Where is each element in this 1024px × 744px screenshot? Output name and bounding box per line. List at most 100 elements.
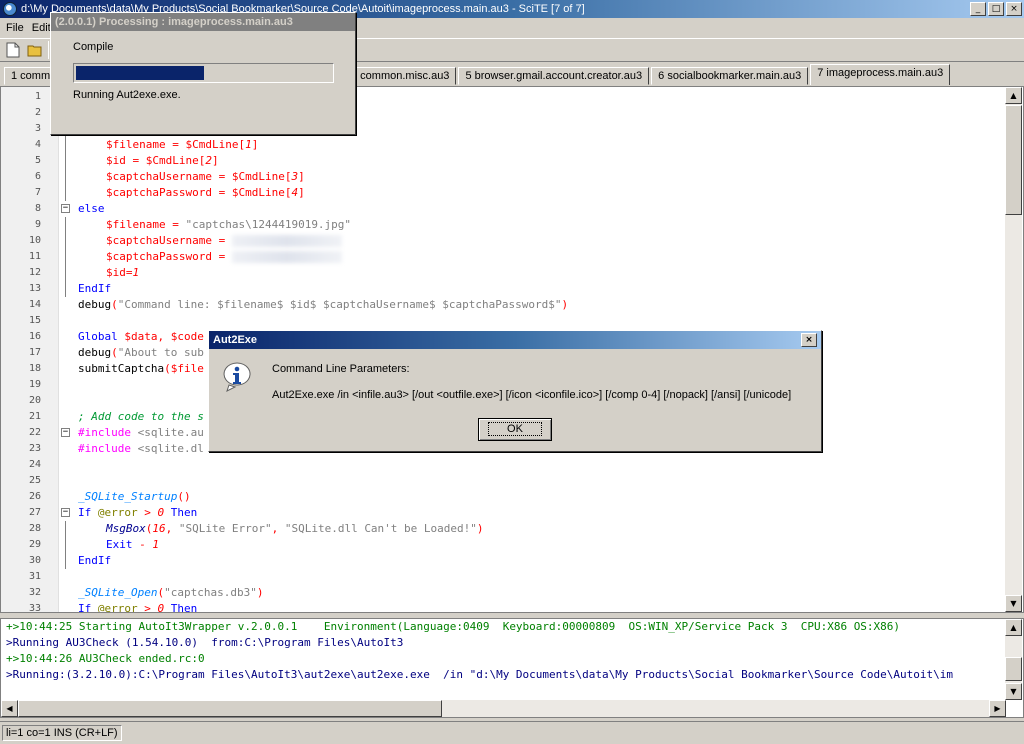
dialog-title-bar[interactable]: Aut2Exe × xyxy=(209,331,821,349)
dialog-usage-text: Aut2Exe.exe /in <infile.au3> [/out <outf… xyxy=(272,389,792,401)
output-line: +>10:44:25 Starting AutoIt3Wrapper v.2.0… xyxy=(6,620,901,633)
tab-browser-gmail[interactable]: 5 browser.gmail.account.creator.au3 xyxy=(458,67,650,85)
scroll-down-icon[interactable]: ▼ xyxy=(1005,595,1022,612)
output-horizontal-scrollbar[interactable]: ◀ ▶ xyxy=(1,700,1006,717)
compile-progress-window[interactable]: (2.0.0.1) Processing : imageprocess.main… xyxy=(50,12,356,135)
code-line[interactable]: 29 Exit - 1 xyxy=(1,537,1006,553)
fold-guide-line xyxy=(65,281,66,297)
line-number: 33 xyxy=(28,603,41,613)
scroll-right-icon[interactable]: ▶ xyxy=(989,700,1006,717)
line-number: 28 xyxy=(28,523,41,534)
code-text: $id=1 xyxy=(106,266,140,279)
code-text: $filename = "captchas\1244419019.jpg" xyxy=(106,218,352,231)
line-number: 12 xyxy=(28,267,41,278)
scroll-left-icon[interactable]: ◀ xyxy=(1,700,18,717)
line-number: 9 xyxy=(34,219,41,230)
tab-socialbookmarker[interactable]: 6 socialbookmarker.main.au3 xyxy=(651,67,809,85)
code-line[interactable]: 7 $captchaPassword = $CmdLine[4] xyxy=(1,185,1006,201)
code-line[interactable]: 31 xyxy=(1,569,1006,585)
toolbar-separator xyxy=(48,41,49,59)
line-number: 6 xyxy=(34,171,41,182)
code-line[interactable]: 4 $filename = $CmdLine[1] xyxy=(1,137,1006,153)
line-number: 3 xyxy=(34,123,41,134)
fold-guide-line xyxy=(65,153,66,169)
code-line[interactable]: 13 EndIf xyxy=(1,281,1006,297)
line-number: 2 xyxy=(34,107,41,118)
output-line: >Running AU3Check (1.54.10.0) from:C:\Pr… xyxy=(6,636,404,649)
fold-toggle-icon[interactable]: − xyxy=(61,508,70,517)
code-line[interactable]: 27 − If @error > 0 Then xyxy=(1,505,1006,521)
code-text: $captchaUsername = xyxy=(106,233,342,249)
code-text: If @error > 0 Then xyxy=(78,506,198,519)
code-line[interactable]: 26 _SQLite_Startup() xyxy=(1,489,1006,505)
code-line[interactable]: 25 xyxy=(1,473,1006,489)
code-line[interactable]: 32 _SQLite_Open("captchas.db3") xyxy=(1,585,1006,601)
scroll-thumb[interactable] xyxy=(1005,105,1022,215)
maximize-button[interactable]: □ xyxy=(988,2,1004,16)
code-text: _SQLite_Open("captchas.db3") xyxy=(78,586,264,599)
ok-button[interactable]: OK xyxy=(478,418,552,441)
fold-toggle-icon[interactable]: − xyxy=(61,204,70,213)
code-line[interactable]: 8 − else xyxy=(1,201,1006,217)
horizontal-scroll-thumb[interactable] xyxy=(18,700,442,717)
code-text: ; Add code to the s xyxy=(78,410,204,423)
line-number: 31 xyxy=(28,571,41,582)
code-line[interactable]: 28 MsgBox(16, "SQLite Error", "SQLite.dll… xyxy=(1,521,1006,537)
dialog-close-icon[interactable]: × xyxy=(801,333,817,347)
line-number: 17 xyxy=(28,347,41,358)
code-line[interactable]: 12 $id=1 xyxy=(1,265,1006,281)
output-scroll-thumb[interactable] xyxy=(1005,657,1022,681)
editor-vertical-scrollbar[interactable]: ▲ ▼ xyxy=(1005,87,1022,612)
line-number: 14 xyxy=(28,299,41,310)
line-number: 32 xyxy=(28,587,41,598)
dialog-heading: Command Line Parameters: xyxy=(272,363,410,375)
line-number: 19 xyxy=(28,379,41,390)
output-scroll-up-icon[interactable]: ▲ xyxy=(1005,619,1022,636)
code-text: $captchaUsername = $CmdLine[3] xyxy=(106,170,305,183)
tab-common[interactable]: 1 common xyxy=(4,67,62,85)
code-text: MsgBox(16, "SQLite Error", "SQLite.dll C… xyxy=(106,522,484,535)
menu-file[interactable]: File xyxy=(2,22,28,34)
code-text: debug("About to sub xyxy=(78,346,204,359)
line-number: 27 xyxy=(28,507,41,518)
scite-app-icon[interactable] xyxy=(3,2,17,16)
line-number: 30 xyxy=(28,555,41,566)
compile-progress-bar xyxy=(73,63,334,83)
code-line[interactable]: 30 EndIf xyxy=(1,553,1006,569)
line-number: 10 xyxy=(28,235,41,246)
code-text: $filename = $CmdLine[1] xyxy=(106,138,259,151)
output-vertical-scrollbar[interactable]: ▲ ▼ xyxy=(1005,619,1022,700)
code-text: EndIf xyxy=(78,554,112,567)
fold-toggle-icon[interactable]: − xyxy=(61,428,70,437)
tab-imageprocess[interactable]: 7 imageprocess.main.au3 xyxy=(810,64,951,85)
code-line[interactable]: 11 $captchaPassword = xyxy=(1,249,1006,265)
minimize-button[interactable]: _ xyxy=(970,2,986,16)
fold-guide-line xyxy=(65,521,66,537)
code-line[interactable]: 10 $captchaUsername = xyxy=(1,233,1006,249)
fold-guide-line xyxy=(65,537,66,553)
line-number: 4 xyxy=(34,139,41,150)
line-number: 13 xyxy=(28,283,41,294)
output-pane[interactable]: +>10:44:25 Starting AutoIt3Wrapper v.2.0… xyxy=(0,618,1024,718)
fold-guide-line xyxy=(65,233,66,249)
code-line[interactable]: 5 $id = $CmdLine[2] xyxy=(1,153,1006,169)
fold-guide-line xyxy=(65,185,66,201)
code-text: #include <sqlite.dl xyxy=(78,442,204,455)
compile-window-title: (2.0.0.1) Processing : imageprocess.main… xyxy=(51,13,355,31)
line-number: 29 xyxy=(28,539,41,550)
new-file-icon[interactable] xyxy=(4,41,22,59)
close-button[interactable]: × xyxy=(1006,2,1022,16)
code-line[interactable]: 14 debug("Command line: $filename$ $id$ $… xyxy=(1,297,1006,313)
tab-common-misc[interactable]: 3 common.misc.au3 xyxy=(344,67,457,85)
code-text: EndIf xyxy=(78,282,112,295)
output-scroll-down-icon[interactable]: ▼ xyxy=(1005,683,1022,700)
open-folder-icon[interactable] xyxy=(26,41,44,59)
aut2exe-dialog[interactable]: Aut2Exe × Command Line Parameters: Aut2E… xyxy=(208,330,822,452)
code-line[interactable]: 9 $filename = "captchas\1244419019.jpg" xyxy=(1,217,1006,233)
code-line[interactable]: 24 xyxy=(1,457,1006,473)
scroll-up-icon[interactable]: ▲ xyxy=(1005,87,1022,104)
line-number: 26 xyxy=(28,491,41,502)
code-line[interactable]: 33 If @error > 0 Then xyxy=(1,601,1006,613)
code-line[interactable]: 15 xyxy=(1,313,1006,329)
code-line[interactable]: 6 $captchaUsername = $CmdLine[3] xyxy=(1,169,1006,185)
